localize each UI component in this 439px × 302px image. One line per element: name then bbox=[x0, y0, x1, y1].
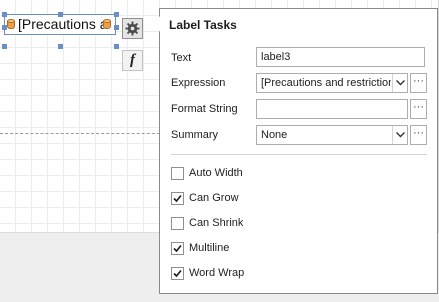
summary-combobox[interactable]: None bbox=[256, 125, 408, 145]
resize-handle-bottom-left[interactable] bbox=[2, 44, 7, 49]
text-field[interactable] bbox=[256, 47, 425, 67]
database-icon bbox=[103, 19, 111, 29]
word-wrap-label: Word Wrap bbox=[189, 267, 245, 279]
smart-tag-button[interactable] bbox=[122, 18, 143, 39]
resize-handle-top[interactable] bbox=[58, 12, 63, 17]
chevron-down-icon bbox=[396, 80, 405, 86]
label-control[interactable]: [Precautions and restrictions] bbox=[4, 14, 116, 35]
format-string-input[interactable] bbox=[257, 100, 407, 118]
multiline-label: Multiline bbox=[189, 242, 230, 254]
auto-width-label: Auto Width bbox=[189, 167, 243, 179]
resize-handle-right[interactable] bbox=[114, 25, 119, 30]
can-shrink-label: Can Shrink bbox=[189, 217, 244, 229]
can-shrink-checkbox[interactable] bbox=[171, 217, 184, 230]
expression-ellipsis-button[interactable]: ··· bbox=[410, 73, 427, 93]
summary-value: None bbox=[261, 129, 288, 141]
resize-handle-top-right[interactable] bbox=[114, 12, 119, 17]
gear-icon bbox=[125, 21, 140, 36]
expression-dropdown-arrow[interactable] bbox=[392, 74, 407, 92]
word-wrap-checkbox[interactable] bbox=[171, 267, 184, 280]
resize-handle-bottom[interactable] bbox=[58, 44, 63, 49]
summary-label: Summary bbox=[171, 129, 219, 141]
expression-combobox[interactable]: [Precautions and restrictions] bbox=[256, 73, 408, 93]
summary-dropdown-arrow[interactable] bbox=[392, 126, 407, 144]
checkmark-icon bbox=[173, 269, 182, 278]
panel-title: Label Tasks bbox=[169, 18, 237, 32]
auto-width-checkbox[interactable] bbox=[171, 167, 184, 180]
chevron-down-icon bbox=[396, 132, 405, 138]
label-control-text: [Precautions and restrictions] bbox=[18, 16, 106, 32]
options-separator bbox=[171, 154, 427, 155]
expression-value: [Precautions and restrictions] bbox=[261, 77, 391, 89]
multiline-checkbox[interactable] bbox=[171, 242, 184, 255]
resize-handle-top-left[interactable] bbox=[2, 12, 7, 17]
format-string-ellipsis-button[interactable]: ··· bbox=[410, 99, 427, 119]
summary-ellipsis-button[interactable]: ··· bbox=[410, 125, 427, 145]
band-divider[interactable] bbox=[0, 133, 170, 134]
database-icon bbox=[7, 19, 15, 29]
label-tasks-panel: Label Tasks Text Expression [Precautions… bbox=[159, 8, 438, 294]
expression-button[interactable]: f bbox=[122, 50, 143, 71]
resize-handle-bottom-right[interactable] bbox=[114, 44, 119, 49]
expression-label: Expression bbox=[171, 77, 226, 89]
format-string-field[interactable] bbox=[256, 99, 408, 119]
text-input[interactable] bbox=[257, 48, 424, 66]
resize-handle-left[interactable] bbox=[2, 25, 7, 30]
checkmark-icon bbox=[173, 244, 182, 253]
can-grow-label: Can Grow bbox=[189, 192, 239, 204]
format-string-label: Format String bbox=[171, 103, 238, 115]
can-grow-checkbox[interactable] bbox=[171, 192, 184, 205]
function-icon: f bbox=[130, 52, 135, 68]
checkmark-icon bbox=[173, 194, 182, 203]
text-label: Text bbox=[171, 52, 192, 64]
